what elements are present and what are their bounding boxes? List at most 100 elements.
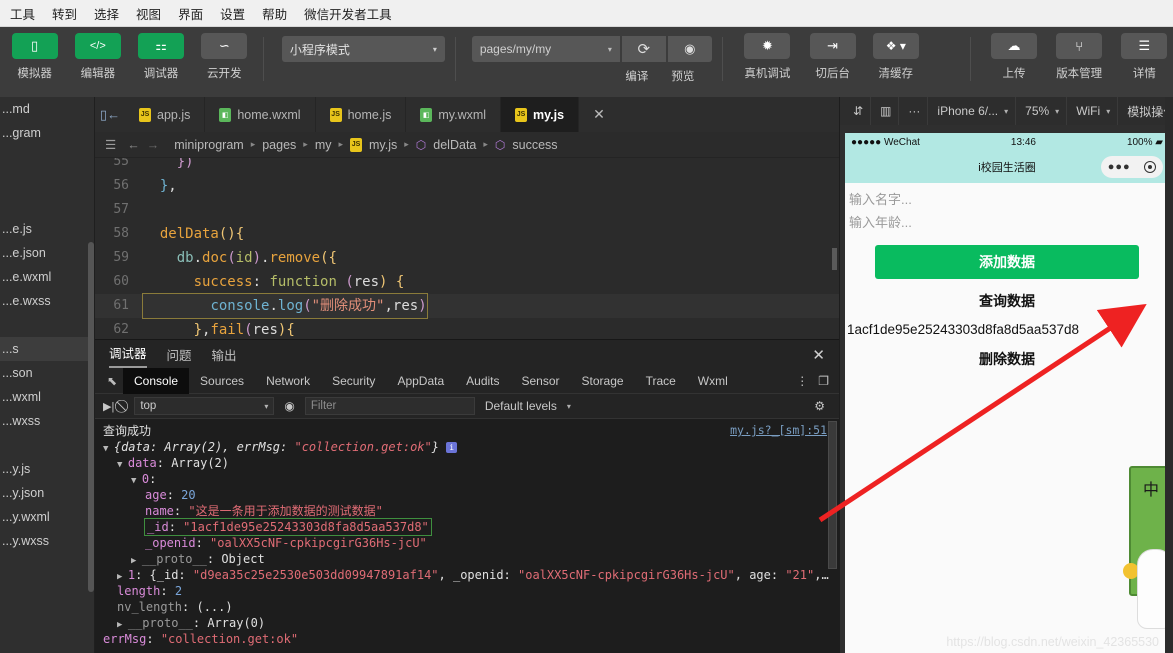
execute-icon[interactable]: ▶| — [103, 400, 114, 413]
devtools-tab-problems[interactable]: 问题 — [167, 345, 192, 368]
capsule-more-icon[interactable]: ●●● — [1108, 161, 1131, 173]
breadcrumb-pages[interactable]: pages — [262, 138, 296, 152]
devtools-close-button[interactable]: ✕ — [812, 346, 825, 364]
toolbar-simulator-button[interactable]: ▯ 模拟器 — [6, 33, 63, 81]
file-tree-item[interactable]: ...e.wxss — [0, 289, 94, 313]
toolbar-clear-cache-button[interactable]: ❖ ▾ 清缓存 — [867, 33, 924, 81]
editor-more-icon[interactable]: ··· — [901, 97, 929, 125]
console-source-link[interactable]: my.js?_[sm]:51 — [730, 423, 827, 437]
menu-item-tools[interactable]: 工具 — [10, 4, 35, 23]
editor-tab-app-js[interactable]: JS app.js — [125, 97, 206, 132]
breadcrumb-my[interactable]: my — [315, 138, 332, 152]
info-badge-icon[interactable]: i — [446, 442, 458, 453]
file-tree-item[interactable]: ...s — [0, 337, 94, 361]
file-tree-item[interactable]: ...e.js — [0, 217, 94, 241]
toolbar-details-button[interactable]: ☰ 详情 — [1116, 33, 1173, 81]
preview-button[interactable]: ◉ — [667, 36, 712, 62]
outline-icon[interactable]: ☰ — [105, 137, 116, 152]
toolbar-background-button[interactable]: ⇥ 切后台 — [804, 33, 861, 81]
file-tree-item[interactable] — [0, 193, 94, 217]
toolbar-cloud-dev-button[interactable]: ∽ 云开发 — [196, 33, 253, 81]
console-expand-arrow[interactable]: ▼ — [131, 476, 142, 486]
devtools-tab-debugger[interactable]: 调试器 — [109, 343, 147, 368]
editor-tab-home-js[interactable]: JS home.js — [316, 97, 407, 132]
devtools-panel-tab-security[interactable]: Security — [321, 368, 386, 394]
devtools-tab-output[interactable]: 输出 — [212, 345, 237, 368]
compile-button[interactable]: ⟳ — [621, 36, 666, 62]
console-levels-select[interactable]: Default levels ▾ — [485, 399, 571, 413]
console-expand-arrow[interactable]: ▶ — [117, 620, 128, 630]
menu-item-goto[interactable]: 转到 — [52, 4, 77, 23]
console-filter-input[interactable]: Filter — [304, 397, 475, 415]
editor-split-icon[interactable]: ▥ — [873, 97, 900, 125]
collapse-panel-icon[interactable]: ▯← — [95, 97, 125, 132]
code-scrollbar[interactable] — [832, 248, 837, 270]
devtools-panel-tab-appdata[interactable]: AppData — [386, 368, 455, 394]
devtools-panel-tab-sensor[interactable]: Sensor — [511, 368, 571, 394]
file-tree-item[interactable] — [0, 145, 94, 169]
file-tree-item[interactable]: ...y.wxss — [0, 529, 94, 553]
nav-forward-icon[interactable]: → — [147, 138, 160, 152]
console-expand-arrow[interactable]: ▼ — [103, 444, 114, 454]
file-tree-item[interactable]: ...y.wxml — [0, 505, 94, 529]
editor-tab-home-wxml[interactable]: ◧ home.wxml — [205, 97, 316, 132]
file-tree-item[interactable] — [0, 433, 94, 457]
file-tree-item[interactable]: ...wxss — [0, 409, 94, 433]
file-tree-item[interactable]: ...e.wxml — [0, 265, 94, 289]
menu-item-view[interactable]: 视图 — [136, 4, 161, 23]
devtools-panel-tab-audits[interactable]: Audits — [455, 368, 510, 394]
file-tree-item[interactable]: ...e.json — [0, 241, 94, 265]
devtools-panel-tab-storage[interactable]: Storage — [571, 368, 635, 394]
devtools-panel-tab-trace[interactable]: Trace — [635, 368, 687, 394]
more-icon[interactable]: ⋮ — [796, 374, 808, 388]
inspect-element-icon[interactable]: ⬉ — [101, 371, 123, 391]
name-input[interactable]: 输入名字... — [845, 187, 1169, 210]
console-expand-arrow[interactable]: ▶ — [131, 556, 142, 566]
menu-item-settings[interactable]: 设置 — [220, 4, 245, 23]
devtools-panel-tab-network[interactable]: Network — [255, 368, 321, 394]
page-path-select[interactable]: pages/my/my ▾ — [471, 36, 620, 62]
eye-icon[interactable]: ◉ — [284, 399, 294, 413]
zoom-select[interactable]: 75% ▾ — [1018, 97, 1068, 125]
toolbar-upload-button[interactable]: ☁ 上传 — [985, 33, 1042, 81]
editor-tab-my-wxml[interactable]: ◧ my.wxml — [406, 97, 502, 132]
toolbar-version-button[interactable]: ⑂ 版本管理 — [1049, 33, 1110, 81]
file-tree-item[interactable]: ...md — [0, 97, 94, 121]
age-input[interactable]: 输入年龄... — [845, 210, 1169, 233]
console-expand-arrow[interactable]: ▼ — [117, 460, 128, 470]
file-tree-item[interactable]: ...y.json — [0, 481, 94, 505]
devtools-panel-tab-console[interactable]: Console — [123, 367, 190, 394]
device-select[interactable]: iPhone 6/... ▾ — [930, 97, 1017, 125]
menu-item-help[interactable]: 帮助 — [262, 4, 287, 23]
file-tree-item[interactable]: ...wxml — [0, 385, 94, 409]
breadcrumb-myjs[interactable]: my.js — [369, 138, 397, 152]
console-expand-arrow[interactable]: ▶ — [117, 572, 128, 582]
menu-item-ui[interactable]: 界面 — [178, 4, 203, 23]
capsule-close-icon[interactable] — [1144, 161, 1157, 173]
console-context-select[interactable]: top ▾ — [134, 397, 275, 415]
query-data-button[interactable]: 查询数据 — [845, 291, 1169, 311]
network-select[interactable]: WiFi ▾ — [1069, 97, 1119, 125]
delete-data-button[interactable]: 删除数据 — [845, 349, 1169, 369]
close-tab-button[interactable]: ✕ — [593, 106, 605, 123]
file-tree-item[interactable]: ...gram — [0, 121, 94, 145]
console-scrollbar[interactable] — [828, 421, 837, 569]
file-tree-item[interactable] — [0, 169, 94, 193]
breadcrumb-miniprogram[interactable]: miniprogram — [174, 138, 243, 152]
breadcrumb-deldata[interactable]: delData — [433, 138, 476, 152]
devtools-panel-tab-wxml[interactable]: Wxml — [687, 368, 739, 394]
toolbar-editor-button[interactable]: </> 编辑器 — [69, 33, 126, 81]
phone-capsule-menu[interactable]: ●●● — [1101, 156, 1163, 178]
dock-icon[interactable]: ❐ — [818, 374, 829, 388]
menu-item-select[interactable]: 选择 — [94, 4, 119, 23]
breadcrumb-success[interactable]: success — [512, 138, 557, 152]
toolbar-debugger-button[interactable]: ⚏ 调试器 — [132, 33, 189, 81]
file-tree-scrollbar[interactable] — [88, 242, 94, 592]
nav-back-icon[interactable]: ← — [127, 138, 140, 152]
editor-split-compare-icon[interactable]: ⇵ — [846, 97, 872, 125]
file-tree-item[interactable]: ...y.js — [0, 457, 94, 481]
gear-icon[interactable]: ⚙ — [814, 399, 831, 413]
menu-item-devtools[interactable]: 微信开发者工具 — [304, 4, 392, 23]
file-tree-item[interactable] — [0, 313, 94, 337]
mode-select[interactable]: 小程序模式 ▾ — [281, 36, 445, 62]
